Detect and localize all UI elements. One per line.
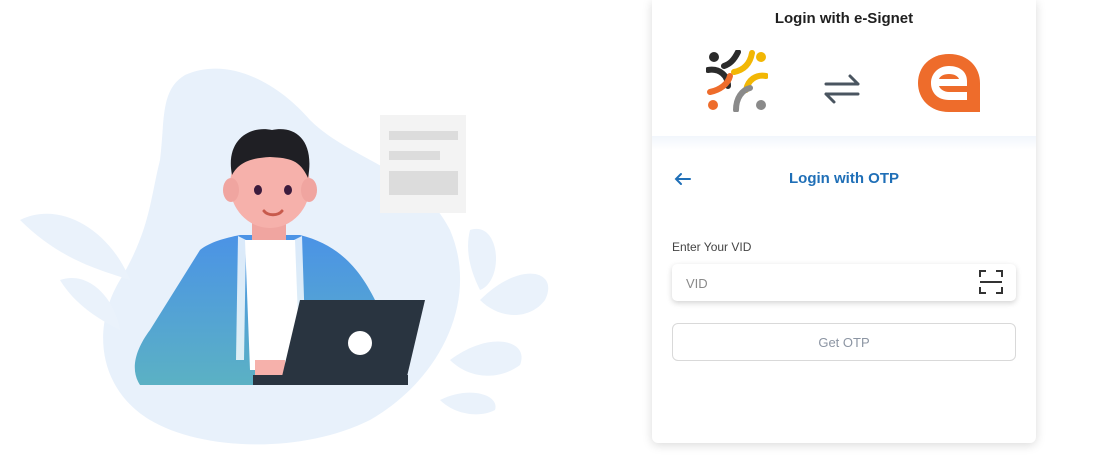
laptop-logo xyxy=(348,331,372,355)
esignet-logo-icon xyxy=(918,54,980,112)
document-line xyxy=(389,151,440,160)
qr-scan-icon[interactable] xyxy=(978,269,1004,295)
vid-field-label: Enter Your VID xyxy=(672,240,752,254)
leaf-right-4 xyxy=(440,392,496,415)
get-otp-button[interactable]: Get OTP xyxy=(672,323,1016,361)
partner-logo-icon xyxy=(706,50,768,112)
eye xyxy=(254,185,262,195)
ear xyxy=(223,178,239,202)
leaf-left xyxy=(20,213,130,280)
card-header: Login with e-Signet xyxy=(652,0,1036,140)
login-card: Login with e-Signet Login with OTP Enter… xyxy=(652,0,1036,443)
card-title: Login with e-Signet xyxy=(774,10,914,27)
leaf-right-3 xyxy=(450,341,522,376)
swap-arrows-icon xyxy=(824,74,860,104)
hero-illustration xyxy=(0,0,560,454)
header-divider xyxy=(652,136,1036,150)
vid-field xyxy=(672,264,1016,301)
document-block xyxy=(389,171,458,195)
vid-input[interactable] xyxy=(684,272,968,294)
document-card xyxy=(380,115,466,213)
ear xyxy=(301,178,317,202)
laptop-base xyxy=(253,375,408,385)
person-with-laptop-illustration xyxy=(20,68,549,445)
document-line xyxy=(389,131,458,140)
section-title: Login with OTP xyxy=(789,170,899,187)
eye xyxy=(284,185,292,195)
hand xyxy=(255,360,285,375)
leaf-right-1 xyxy=(468,228,497,290)
